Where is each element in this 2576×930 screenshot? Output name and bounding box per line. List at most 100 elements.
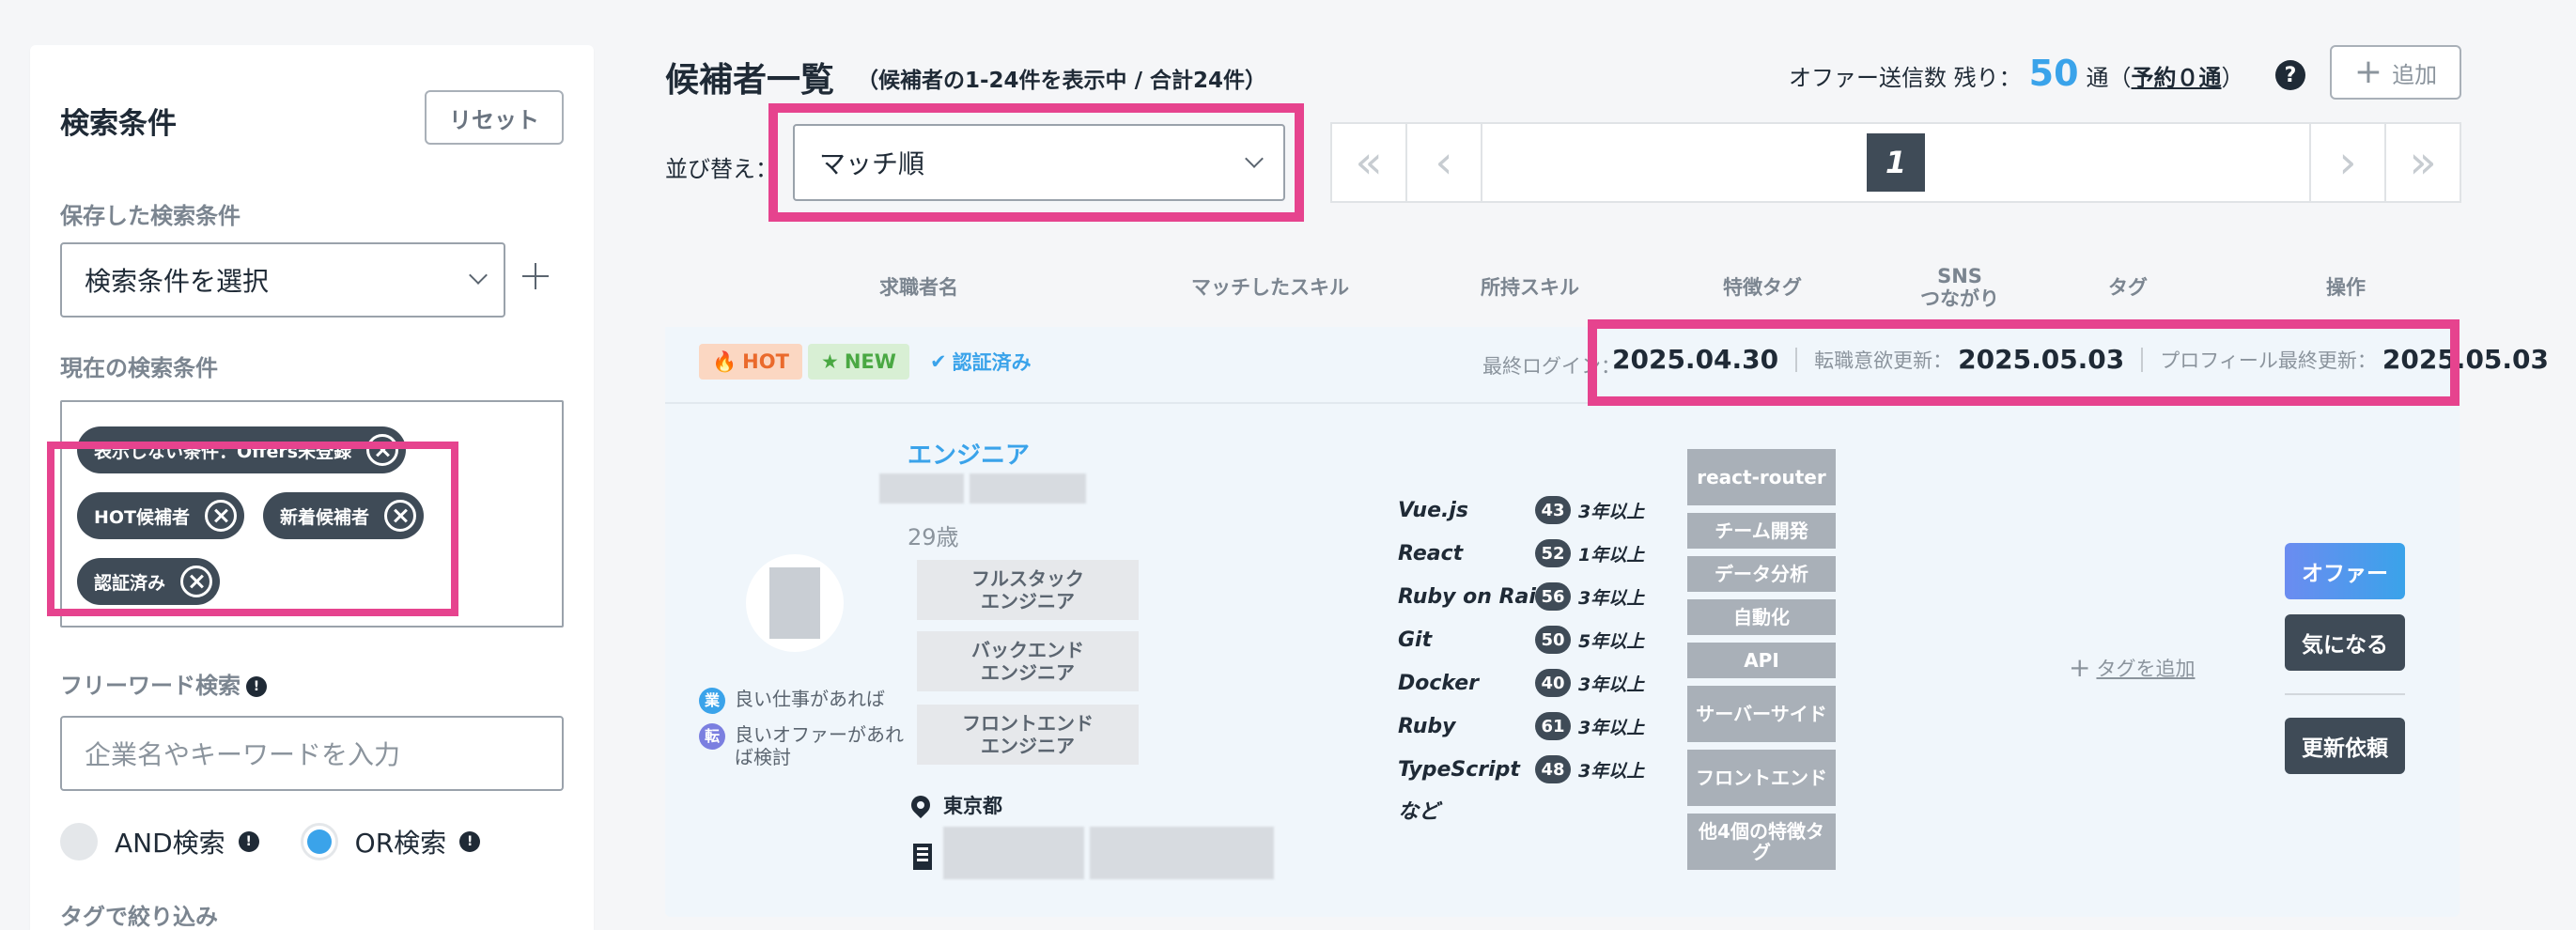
add-tag-label: タグを追加 bbox=[2096, 657, 2196, 680]
info-icon[interactable]: ! bbox=[246, 676, 267, 697]
check-icon: ✔ bbox=[930, 350, 947, 373]
offer-count: オファー送信数 残り： 50 通（ 予約０通 ） bbox=[1789, 53, 2244, 94]
first-page-button[interactable]: « bbox=[1332, 124, 1407, 201]
feature-tag: react-router bbox=[1687, 449, 1836, 505]
result-count: （候補者の1-24件を表示中 / 合計24件） bbox=[857, 69, 1266, 93]
hot-label: HOT bbox=[742, 350, 789, 373]
verified-badge: ✔ 認証済み bbox=[930, 344, 1045, 380]
feature-tag: API bbox=[1687, 643, 1836, 678]
role-tag: フルスタック エンジニア bbox=[917, 560, 1139, 620]
offer-remaining: 50 bbox=[2028, 53, 2079, 94]
offer-suffix: ） bbox=[2221, 65, 2244, 91]
role-tag: フロントエンド エンジニア bbox=[917, 705, 1139, 765]
col-header-actions: 操作 bbox=[2326, 276, 2366, 299]
highlight-box bbox=[47, 442, 458, 616]
pin-icon bbox=[907, 791, 935, 819]
skill-years: 3年以上 bbox=[1578, 501, 1645, 522]
offer-button[interactable]: オファー bbox=[2285, 543, 2405, 599]
skill-item: Git 50 5年以上 bbox=[1398, 624, 1644, 656]
saved-conditions-value: 検索条件を選択 bbox=[85, 266, 270, 297]
col-header-tags: タグ bbox=[2108, 276, 2148, 299]
favorite-button[interactable]: 気になる bbox=[2285, 614, 2405, 671]
offer-prefix: オファー送信数 残り： bbox=[1789, 65, 2022, 91]
job-icon: 業 bbox=[699, 688, 725, 714]
plus-icon[interactable] bbox=[519, 259, 552, 293]
help-icon[interactable]: ? bbox=[2275, 60, 2305, 90]
and-radio[interactable] bbox=[60, 823, 98, 860]
next-page-button[interactable]: › bbox=[2309, 124, 2384, 201]
or-label: OR検索 bbox=[354, 828, 447, 859]
star-icon: ★ bbox=[821, 350, 839, 373]
skill-name: Ruby on Rails bbox=[1398, 584, 1556, 609]
skill-name: TypeScript bbox=[1398, 757, 1520, 782]
sidebar-title: 検索条件 bbox=[60, 107, 177, 141]
col-header-skills: 所持スキル bbox=[1481, 276, 1579, 299]
skill-years: 5年以上 bbox=[1578, 630, 1645, 652]
feature-tag: データ分析 bbox=[1687, 556, 1836, 592]
pagination: « ‹ 1 › » bbox=[1330, 122, 2461, 203]
skill-count: 40 bbox=[1535, 669, 1571, 697]
candidate-job-title[interactable]: エンジニア bbox=[908, 436, 1030, 471]
skill-count: 56 bbox=[1535, 582, 1571, 611]
feature-tag: フロントエンド bbox=[1687, 750, 1836, 806]
add-button[interactable]: + 追加 bbox=[2330, 45, 2461, 100]
info-icon[interactable]: ! bbox=[238, 831, 259, 852]
col-header-name: 求職者名 bbox=[879, 276, 958, 299]
building-icon bbox=[913, 844, 932, 870]
candidate-age: 29歳 bbox=[908, 524, 959, 550]
col-header-matched-skills: マッチしたスキル bbox=[1191, 276, 1349, 299]
update-request-button[interactable]: 更新依頼 bbox=[2285, 718, 2405, 774]
location-text: 東京都 bbox=[943, 795, 1002, 817]
avatar-placeholder bbox=[769, 567, 820, 639]
blurred-company bbox=[943, 827, 1084, 879]
skill-item: React 52 1年以上 bbox=[1398, 537, 1644, 569]
tag-filter-label: タグで絞り込み bbox=[60, 904, 218, 930]
current-conditions-label: 現在の検索条件 bbox=[60, 355, 218, 381]
skill-item: Ruby on Rails 56 3年以上 bbox=[1398, 581, 1644, 612]
preference-change: 転 良いオファーがあれば検討 bbox=[699, 723, 904, 768]
feature-tag[interactable]: 他4個の特徴タグ bbox=[1687, 814, 1836, 870]
saved-conditions-label: 保存した検索条件 bbox=[60, 203, 241, 229]
reset-button[interactable]: リセット bbox=[425, 90, 564, 145]
add-label: 追加 bbox=[2392, 61, 2438, 88]
current-page[interactable]: 1 bbox=[1867, 133, 1925, 192]
skill-years: 3年以上 bbox=[1578, 760, 1645, 782]
hot-badge: 🔥 HOT bbox=[699, 344, 802, 380]
skill-count: 48 bbox=[1535, 755, 1571, 783]
reserve-link[interactable]: 予約０通 bbox=[2132, 59, 2222, 92]
blurred-name bbox=[970, 473, 1086, 504]
last-page-button[interactable]: » bbox=[2384, 124, 2460, 201]
location: 東京都 bbox=[907, 791, 1002, 819]
freeword-input[interactable]: 企業名やキーワードを入力 bbox=[60, 716, 564, 791]
prev-page-button[interactable]: ‹ bbox=[1407, 124, 1482, 201]
add-tag-link[interactable]: + タグを追加 bbox=[2069, 652, 2195, 683]
role-tag: バックエンド エンジニア bbox=[917, 631, 1139, 691]
highlight-box bbox=[768, 103, 1304, 222]
skill-years: 1年以上 bbox=[1578, 544, 1645, 566]
freeword-label: フリーワード検索! bbox=[60, 667, 267, 700]
skill-name: Docker bbox=[1398, 671, 1480, 695]
preference-text: 良いオファーがあれば検討 bbox=[735, 723, 904, 768]
col-header-feature-tags: 特徴タグ bbox=[1723, 276, 1802, 299]
feature-tag: チーム開発 bbox=[1687, 513, 1836, 549]
info-icon[interactable]: ! bbox=[459, 831, 481, 852]
skill-years: 3年以上 bbox=[1578, 717, 1645, 738]
search-mode-radios: AND検索 ! OR検索 ! bbox=[60, 823, 481, 860]
avatar bbox=[746, 554, 844, 652]
verified-label: 認証済み bbox=[952, 351, 1032, 374]
divider bbox=[2285, 693, 2405, 695]
skill-years: 3年以上 bbox=[1578, 674, 1645, 695]
new-label: NEW bbox=[844, 350, 896, 373]
col-header-sns-line1: SNS bbox=[1937, 265, 1982, 287]
skill-name: Vue.js bbox=[1398, 498, 1469, 522]
saved-conditions-select[interactable]: 検索条件を選択 bbox=[60, 242, 505, 318]
or-radio[interactable] bbox=[300, 823, 338, 860]
new-badge: ★ NEW bbox=[808, 344, 909, 380]
skill-count: 50 bbox=[1535, 626, 1571, 654]
plus-icon: + bbox=[2353, 53, 2383, 91]
skills-more: など bbox=[1398, 800, 1440, 824]
feature-tag: 自動化 bbox=[1687, 599, 1836, 635]
chevron-down-icon bbox=[469, 266, 488, 285]
and-label: AND検索 bbox=[115, 828, 225, 859]
feature-tag: サーバーサイド bbox=[1687, 686, 1836, 742]
